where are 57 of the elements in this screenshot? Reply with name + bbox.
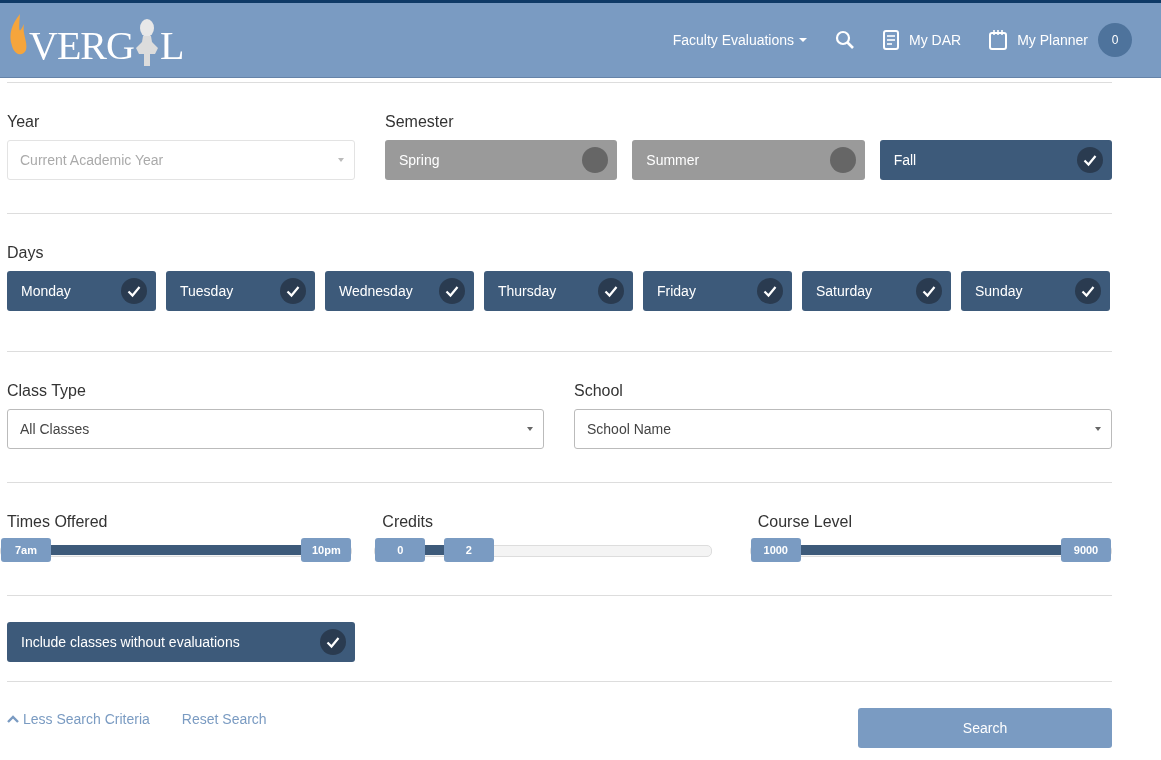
check-icon <box>1077 147 1103 173</box>
day-toggle[interactable]: Friday <box>643 271 792 311</box>
my-planner-link[interactable]: My Planner <box>989 30 1088 50</box>
field-label: Class Type <box>7 382 87 400</box>
dropdown-arrow-icon <box>527 427 533 431</box>
slider-handle[interactable]: 9000 <box>1061 538 1111 562</box>
semester-toggle[interactable]: Summer <box>632 140 865 180</box>
day-toggle[interactable]: Saturday <box>802 271 951 311</box>
semester-toggle[interactable]: Fall <box>879 140 1112 180</box>
field-label: Year <box>7 113 41 131</box>
toggle-dot-icon <box>582 147 609 173</box>
check-icon <box>439 278 465 304</box>
slider-handle[interactable]: 1000 <box>750 538 801 562</box>
slider-handle[interactable]: 10pm <box>301 538 352 562</box>
reset-search-link[interactable]: Reset Search <box>181 711 267 727</box>
less-search-criteria-link[interactable]: Less Search Criteria <box>7 711 150 727</box>
check-icon <box>916 278 942 304</box>
check-icon <box>320 629 346 655</box>
dropdown-arrow-icon <box>1095 427 1101 431</box>
day-toggle[interactable]: Thursday <box>484 271 633 311</box>
caret-icon <box>799 38 808 42</box>
document-icon <box>883 30 900 50</box>
school-dropdown[interactable]: School Name <box>574 409 1112 449</box>
logo-text: L <box>159 26 184 66</box>
search-icon[interactable] <box>835 30 856 50</box>
check-icon <box>280 278 306 304</box>
day-toggle[interactable]: Monday <box>7 271 156 311</box>
planner-count-badge: 0 <box>1098 23 1132 57</box>
logo-text: VERG <box>29 26 134 66</box>
semester-toggle[interactable]: Spring <box>385 140 618 180</box>
include-classes-toggle[interactable]: Include classes without evaluations <box>7 622 355 662</box>
check-icon <box>757 278 783 304</box>
class-type-dropdown[interactable]: All Classes <box>7 409 544 449</box>
faculty-evaluations-menu[interactable]: Faculty Evaluations <box>672 32 808 48</box>
field-label: Course Level <box>757 513 854 531</box>
chevron-up-icon <box>7 715 19 723</box>
slider-handle[interactable]: 0 <box>375 538 426 562</box>
field-label: Times Offered <box>7 513 109 531</box>
field-label: School <box>574 382 624 400</box>
check-icon <box>121 278 147 304</box>
slider-handle[interactable]: 2 <box>443 538 494 562</box>
bust-silhouette-icon <box>134 18 159 66</box>
field-label: Days <box>7 244 45 262</box>
toggle-dot-icon <box>829 147 856 173</box>
field-label: Semester <box>385 113 455 131</box>
slider-handle[interactable]: 7am <box>1 538 51 562</box>
day-toggle[interactable]: Wednesday <box>325 271 474 311</box>
check-icon <box>598 278 624 304</box>
field-label: Credits <box>382 513 434 531</box>
calendar-icon <box>989 30 1008 50</box>
my-dar-link[interactable]: My DAR <box>883 30 962 50</box>
day-toggle[interactable]: Sunday <box>961 271 1110 311</box>
check-icon <box>1075 278 1101 304</box>
year-dropdown[interactable]: Current Academic Year <box>7 140 355 180</box>
day-toggle[interactable]: Tuesday <box>166 271 315 311</box>
search-button[interactable]: Search <box>858 708 1112 748</box>
dropdown-arrow-icon <box>338 158 344 162</box>
